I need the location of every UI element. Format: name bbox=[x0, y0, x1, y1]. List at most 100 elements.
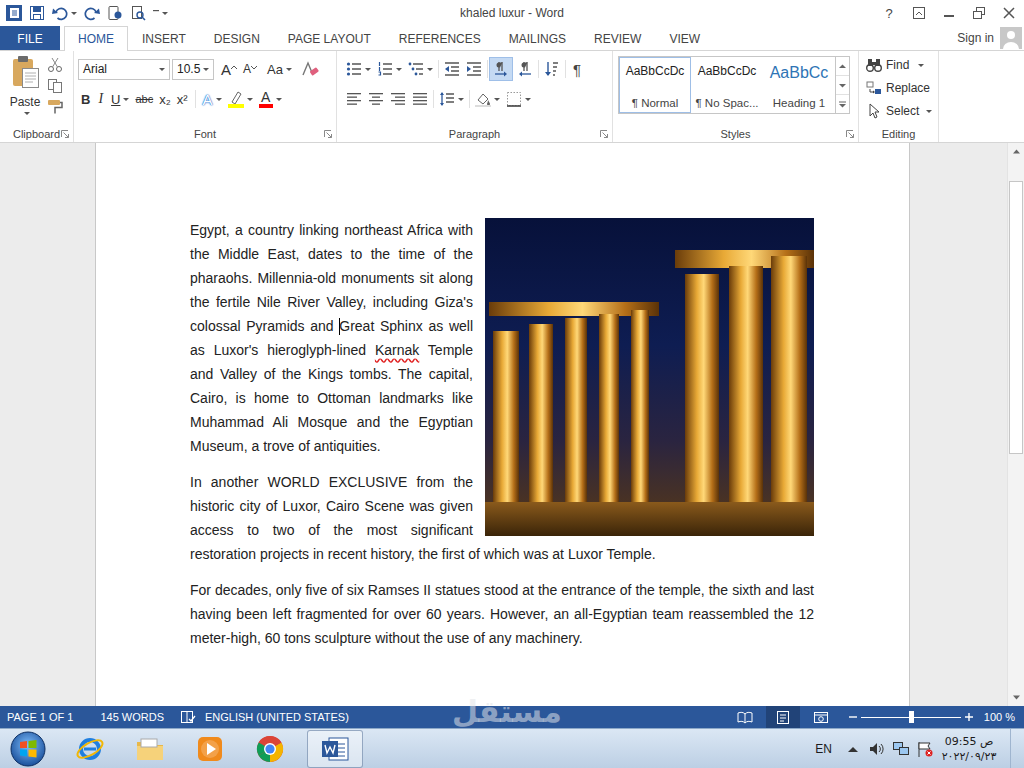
style-preview[interactable]: AaBbCcDc bbox=[698, 64, 757, 78]
numbering-button[interactable] bbox=[374, 58, 405, 80]
zoom-slider[interactable] bbox=[861, 717, 961, 718]
proofing-icon[interactable] bbox=[180, 710, 196, 724]
print-preview-icon[interactable] bbox=[130, 5, 146, 21]
close-button[interactable] bbox=[994, 0, 1024, 26]
replace-label[interactable]: Replace bbox=[886, 81, 930, 95]
ribbon-tab[interactable]: PAGE LAYOUT bbox=[274, 26, 385, 50]
ribbon-tab[interactable]: DESIGN bbox=[200, 26, 274, 50]
change-case-label[interactable]: Aa bbox=[267, 62, 283, 77]
minimize-button[interactable] bbox=[934, 0, 964, 26]
scroll-thumb[interactable] bbox=[1009, 181, 1023, 454]
scroll-down-button[interactable] bbox=[1008, 689, 1024, 706]
zoom-slider-thumb[interactable] bbox=[909, 711, 914, 723]
highlight-color-button[interactable] bbox=[225, 88, 256, 110]
dropdown-arrow-icon[interactable] bbox=[203, 68, 209, 71]
left-to-right-button[interactable] bbox=[490, 58, 512, 80]
style-name[interactable]: ¶ No Spac... bbox=[695, 97, 758, 109]
dropdown-arrow-icon[interactable] bbox=[159, 68, 165, 71]
scroll-up-button[interactable] bbox=[1008, 143, 1024, 160]
style-preview[interactable]: AaBbCcDc bbox=[626, 64, 685, 78]
dropdown-arrow-icon[interactable] bbox=[162, 12, 168, 15]
dropdown-arrow-icon[interactable] bbox=[216, 98, 222, 101]
taskbar-app[interactable] bbox=[60, 730, 120, 768]
view-button[interactable] bbox=[766, 706, 800, 728]
dialog-launcher-icon[interactable] bbox=[61, 130, 69, 138]
ribbon-tab[interactable]: MAILINGS bbox=[495, 26, 580, 50]
font-name-box[interactable]: Arial bbox=[78, 59, 170, 80]
paste-label[interactable]: Paste bbox=[10, 95, 41, 109]
word-count[interactable]: 145 WORDS bbox=[100, 711, 164, 723]
dialog-launcher-icon[interactable] bbox=[846, 130, 854, 138]
paste-button[interactable]: Paste bbox=[3, 51, 47, 125]
clock[interactable]: 09:55 ص٢٠٢٢/٠٩/٢٣ bbox=[934, 734, 1004, 764]
start-button[interactable] bbox=[0, 729, 56, 768]
language[interactable]: ENGLISH (UNITED STATES) bbox=[205, 711, 349, 723]
taskbar-app[interactable] bbox=[180, 730, 240, 768]
ribbon-tab[interactable]: HOME bbox=[64, 26, 128, 51]
superscript-button[interactable]: x² bbox=[174, 88, 191, 110]
font-size-box[interactable]: 10.5 bbox=[172, 59, 214, 80]
view-button[interactable] bbox=[804, 706, 838, 728]
subscript-button[interactable]: x₂ bbox=[156, 88, 174, 110]
underline-button[interactable]: U bbox=[108, 88, 132, 110]
input-language[interactable]: EN bbox=[815, 742, 832, 756]
sign-in-label[interactable]: Sign in bbox=[957, 31, 994, 45]
font-color-label[interactable]: A bbox=[261, 90, 270, 104]
page[interactable]: Egypt, a country linking northeast Afric… bbox=[95, 143, 910, 706]
change-case-button[interactable]: Aa bbox=[264, 58, 295, 80]
grow-font-label[interactable]: A bbox=[221, 61, 231, 78]
style-item[interactable]: AaBbCcDc ¶ Normal bbox=[619, 57, 691, 113]
clock-date[interactable]: ٢٠٢٢/٠٩/٢٣ bbox=[942, 749, 997, 764]
show-hidden-icons-icon[interactable] bbox=[846, 744, 860, 754]
align-center-button[interactable] bbox=[365, 88, 387, 110]
document-paragraph[interactable]: For decades, only five of six Ramses II … bbox=[190, 578, 814, 650]
grow-font-button[interactable]: A bbox=[218, 58, 240, 80]
right-to-left-button[interactable] bbox=[514, 58, 536, 80]
dropdown-arrow-icon[interactable] bbox=[286, 68, 292, 71]
save-icon[interactable] bbox=[29, 5, 45, 21]
decrease-indent-button[interactable] bbox=[441, 58, 463, 80]
increase-indent-button[interactable] bbox=[463, 58, 485, 80]
taskbar-app[interactable] bbox=[307, 730, 363, 768]
multilevel-list-button[interactable] bbox=[405, 58, 436, 80]
shading-button[interactable] bbox=[472, 88, 503, 110]
vertical-scrollbar[interactable] bbox=[1007, 143, 1024, 706]
dropdown-arrow-icon[interactable] bbox=[494, 98, 500, 101]
show-desktop-button[interactable] bbox=[1010, 729, 1024, 768]
clock-time[interactable]: 09:55 ص bbox=[945, 734, 994, 749]
align-left-button[interactable] bbox=[343, 88, 365, 110]
cut-icon[interactable] bbox=[47, 57, 63, 73]
shrink-font-label[interactable]: A bbox=[243, 62, 251, 76]
show-marks-button[interactable]: ¶ bbox=[568, 58, 586, 80]
network-icon[interactable] bbox=[892, 741, 910, 757]
replace-button[interactable]: Replace bbox=[862, 77, 932, 99]
font-name-value[interactable]: Arial bbox=[83, 62, 107, 76]
line-spacing-button[interactable] bbox=[436, 88, 467, 110]
dropdown-arrow-icon[interactable] bbox=[918, 64, 924, 67]
dropdown-arrow-icon[interactable] bbox=[926, 110, 932, 113]
style-name[interactable]: ¶ Normal bbox=[632, 97, 678, 109]
dropdown-arrow-icon[interactable] bbox=[123, 98, 129, 101]
text-run[interactable]: For decades, only five of six Ramses II … bbox=[190, 582, 814, 646]
strikethrough-button[interactable]: abc bbox=[132, 88, 156, 110]
zoom-in-icon[interactable] bbox=[964, 712, 974, 722]
zoom-out-icon[interactable] bbox=[848, 712, 858, 722]
ribbon-tab[interactable]: REFERENCES bbox=[385, 26, 495, 50]
dropdown-arrow-icon[interactable] bbox=[525, 98, 531, 101]
sort-button[interactable] bbox=[541, 58, 563, 80]
dropdown-arrow-icon[interactable] bbox=[396, 68, 402, 71]
dropdown-arrow-icon[interactable] bbox=[365, 68, 371, 71]
shrink-font-button[interactable]: A bbox=[240, 58, 260, 80]
dialog-launcher-icon[interactable] bbox=[324, 130, 332, 138]
text-effects-button[interactable]: A bbox=[200, 88, 225, 110]
style-item[interactable]: AaBbCcDc ¶ No Spac... bbox=[691, 57, 763, 113]
zoom-level[interactable]: 100 % bbox=[984, 711, 1015, 723]
speaker-icon[interactable] bbox=[868, 741, 886, 757]
clear-formatting-icon[interactable] bbox=[301, 61, 319, 77]
dropdown-arrow-icon[interactable] bbox=[276, 98, 282, 101]
underline-label[interactable]: U bbox=[111, 92, 120, 107]
text-run[interactable]: Egypt, a country linking northeast Afric… bbox=[190, 222, 473, 334]
taskbar-app[interactable] bbox=[120, 730, 180, 768]
ribbon-tab[interactable]: REVIEW bbox=[580, 26, 655, 50]
text-effects-label[interactable]: A bbox=[203, 91, 213, 108]
